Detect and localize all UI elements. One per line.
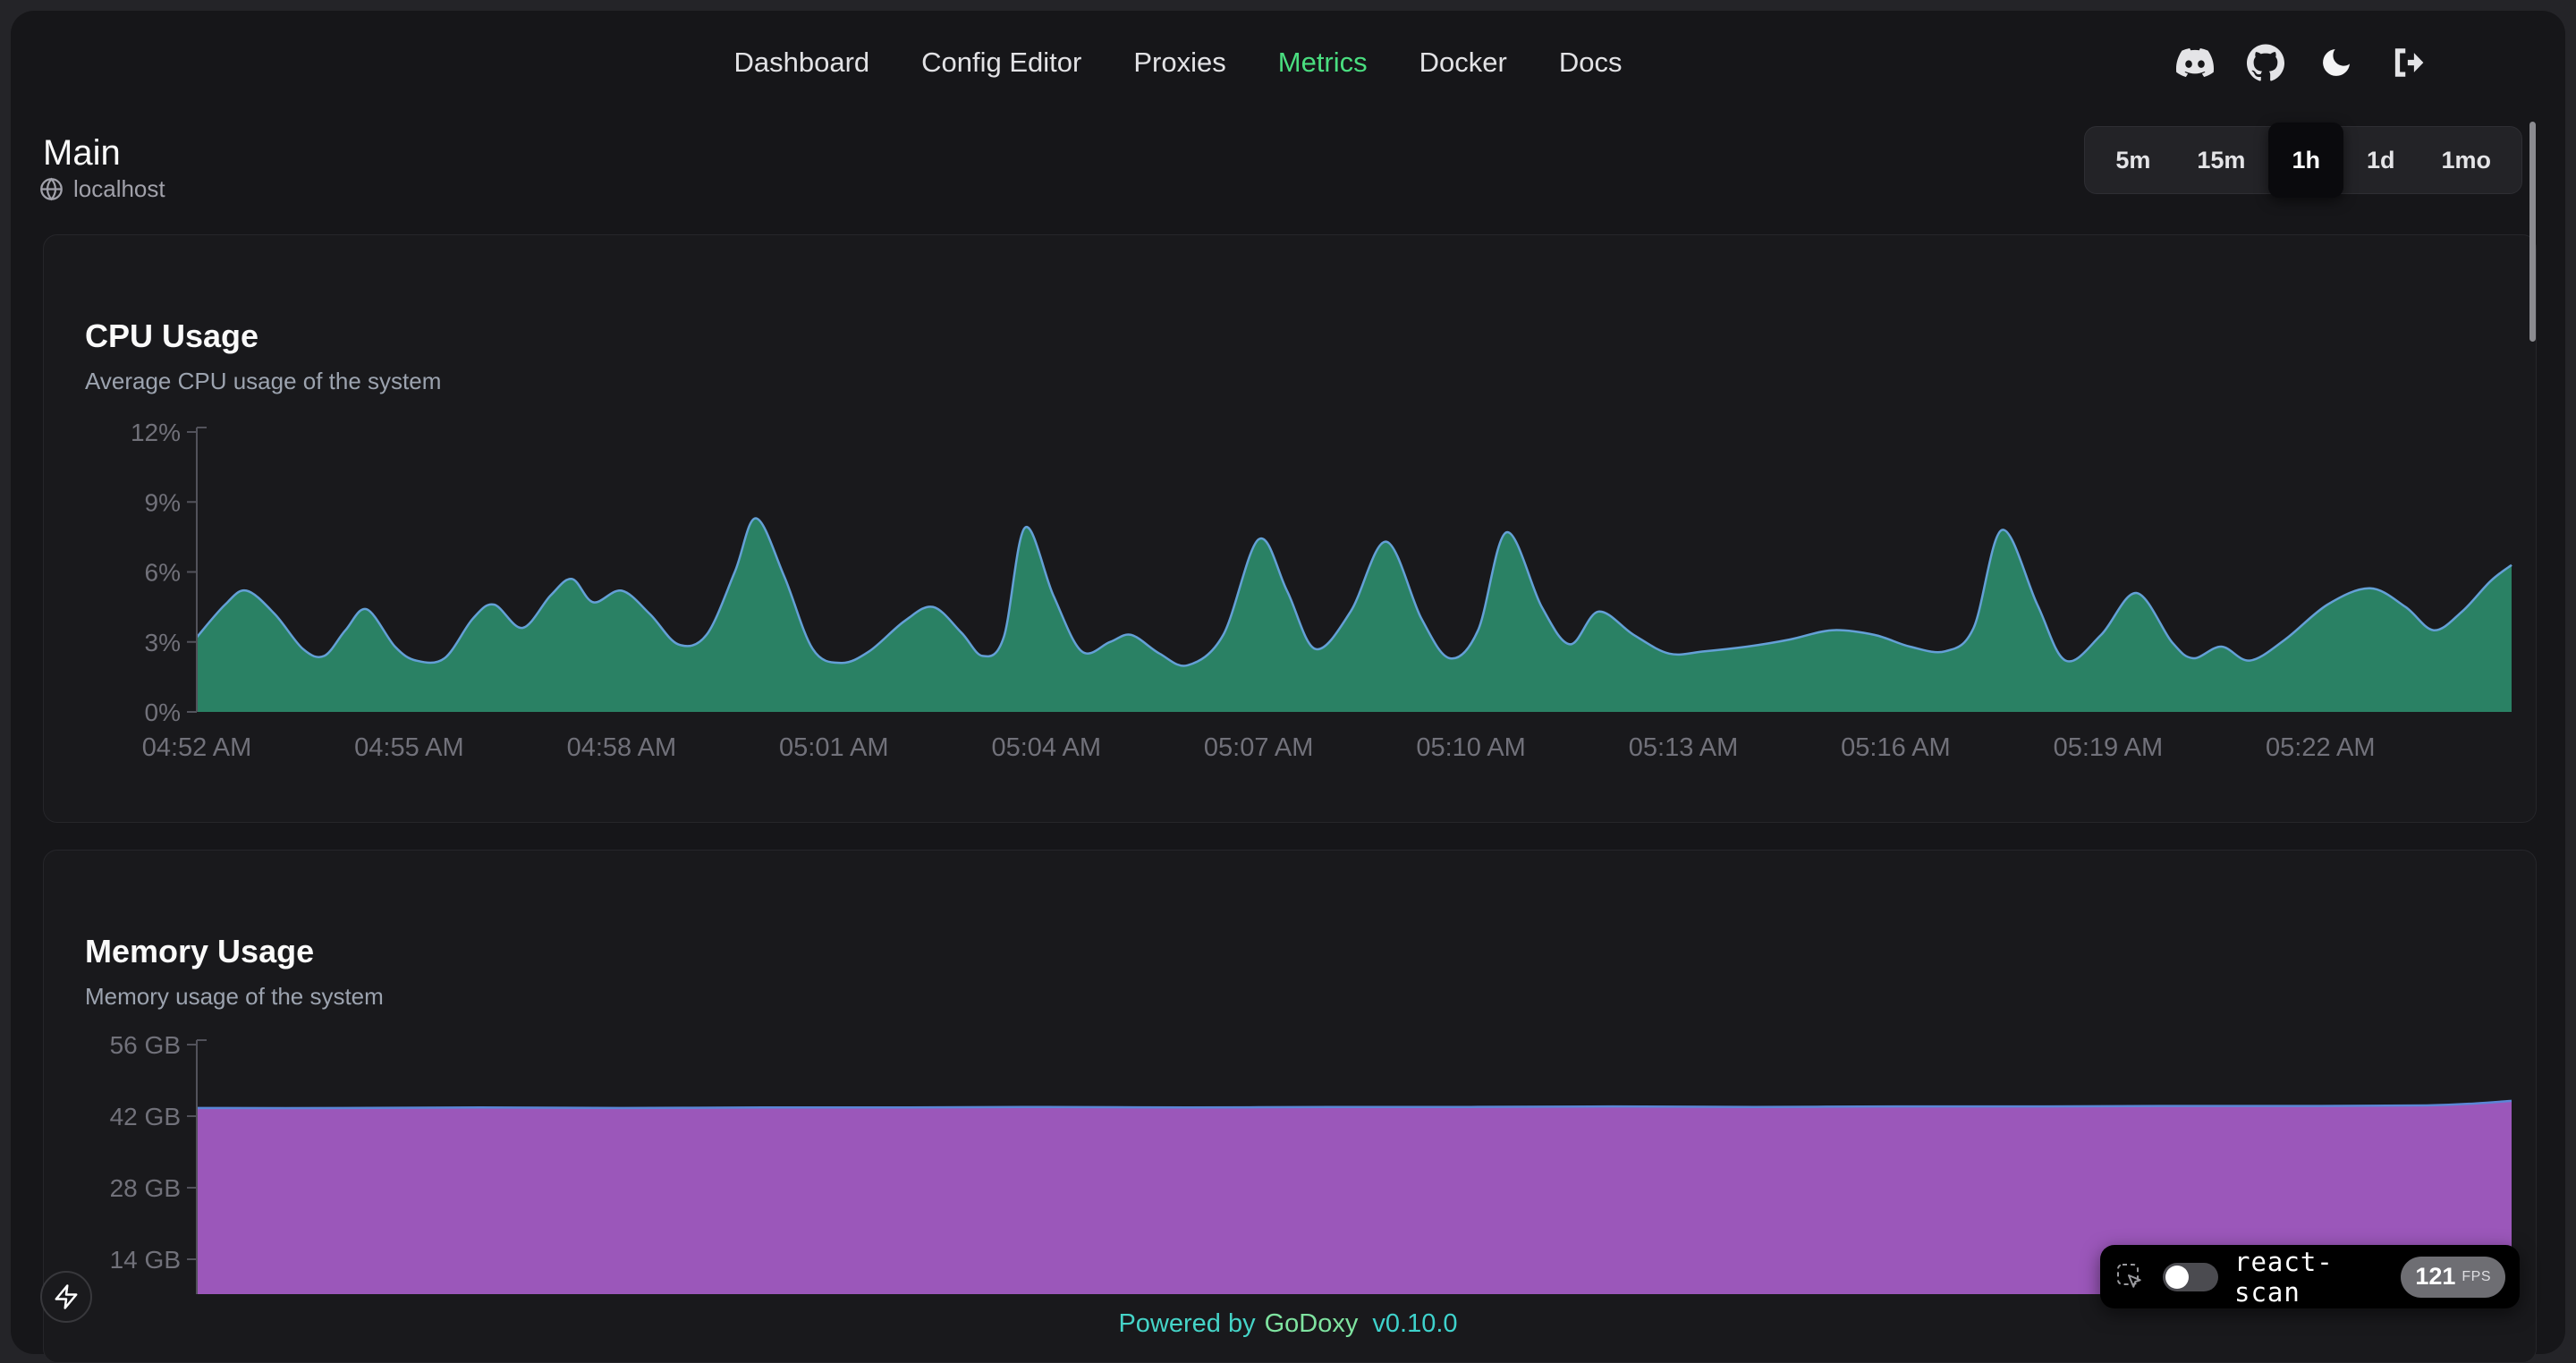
svg-text:05:04 AM: 05:04 AM — [991, 733, 1101, 762]
react-scan-toggle[interactable] — [2163, 1263, 2218, 1291]
react-scan-widget: react-scan 121 FPS — [2100, 1245, 2520, 1308]
svg-text:05:13 AM: 05:13 AM — [1629, 733, 1739, 762]
svg-text:14 GB: 14 GB — [110, 1246, 181, 1274]
memory-card-title: Memory Usage — [85, 933, 314, 970]
host-row: localhost — [39, 175, 165, 203]
svg-text:0%: 0% — [145, 698, 181, 726]
svg-text:9%: 9% — [145, 488, 181, 516]
svg-text:05:22 AM: 05:22 AM — [2266, 733, 2376, 762]
zap-icon — [53, 1283, 80, 1310]
inspect-element-icon[interactable] — [2114, 1261, 2147, 1293]
react-scan-label: react-scan — [2234, 1247, 2385, 1308]
svg-text:04:55 AM: 04:55 AM — [354, 733, 464, 762]
fps-value: 121 — [2415, 1263, 2455, 1291]
globe-icon — [39, 177, 64, 201]
moon-icon[interactable] — [2318, 44, 2355, 81]
range-15m[interactable]: 15m — [2174, 127, 2268, 193]
quick-actions-button[interactable] — [40, 1271, 92, 1323]
footer: Powered by GoDoxy v0.10.0 — [0, 1309, 2576, 1339]
range-1h[interactable]: 1h — [2268, 123, 2343, 198]
powered-by-text: Powered by — [1118, 1309, 1255, 1338]
toggle-knob — [2165, 1266, 2189, 1289]
svg-text:42 GB: 42 GB — [110, 1103, 181, 1130]
time-range-selector: 5m 15m 1h 1d 1mo — [2084, 126, 2522, 194]
tab-dashboard[interactable]: Dashboard — [734, 42, 870, 83]
svg-text:05:16 AM: 05:16 AM — [1841, 733, 1951, 762]
discord-icon[interactable] — [2176, 44, 2214, 81]
svg-text:04:52 AM: 04:52 AM — [142, 733, 252, 762]
logout-icon[interactable] — [2388, 44, 2426, 81]
top-nav: Dashboard Config Editor Proxies Metrics … — [0, 42, 2356, 83]
svg-text:05:07 AM: 05:07 AM — [1204, 733, 1314, 762]
memory-card-subtitle: Memory usage of the system — [85, 983, 384, 1011]
tab-metrics[interactable]: Metrics — [1278, 42, 1368, 83]
range-1mo[interactable]: 1mo — [2418, 127, 2514, 193]
cpu-card-title: CPU Usage — [85, 317, 258, 355]
cpu-usage-chart[interactable]: 0% 3% 6% 9% 12% 04:52 AM 04:55 AM 04:58 AM 05:01… — [43, 404, 2537, 789]
page-title: Main — [43, 133, 121, 174]
svg-text:56 GB: 56 GB — [110, 1031, 181, 1059]
svg-text:05:19 AM: 05:19 AM — [2054, 733, 2164, 762]
tab-docker[interactable]: Docker — [1419, 42, 1507, 83]
godoxy-link[interactable]: GoDoxy — [1265, 1309, 1359, 1338]
svg-text:12%: 12% — [131, 419, 181, 446]
svg-text:05:01 AM: 05:01 AM — [779, 733, 889, 762]
scrollbar-thumb[interactable] — [2529, 122, 2536, 342]
github-icon[interactable] — [2247, 44, 2284, 81]
svg-text:28 GB: 28 GB — [110, 1174, 181, 1202]
fps-unit: FPS — [2462, 1269, 2491, 1285]
svg-text:3%: 3% — [145, 629, 181, 656]
svg-text:04:58 AM: 04:58 AM — [567, 733, 677, 762]
fps-badge: 121 FPS — [2401, 1257, 2505, 1298]
tab-docs[interactable]: Docs — [1559, 42, 1623, 83]
cpu-card-subtitle: Average CPU usage of the system — [85, 368, 441, 395]
svg-text:05:10 AM: 05:10 AM — [1416, 733, 1526, 762]
nav-icon-group — [2176, 39, 2426, 86]
tab-config-editor[interactable]: Config Editor — [921, 42, 1081, 83]
range-5m[interactable]: 5m — [2092, 127, 2174, 193]
tab-proxies[interactable]: Proxies — [1133, 42, 1225, 83]
version-label: v0.10.0 — [1372, 1309, 1457, 1338]
hostname-label: localhost — [73, 175, 165, 203]
range-1d[interactable]: 1d — [2343, 127, 2419, 193]
svg-text:6%: 6% — [145, 559, 181, 587]
